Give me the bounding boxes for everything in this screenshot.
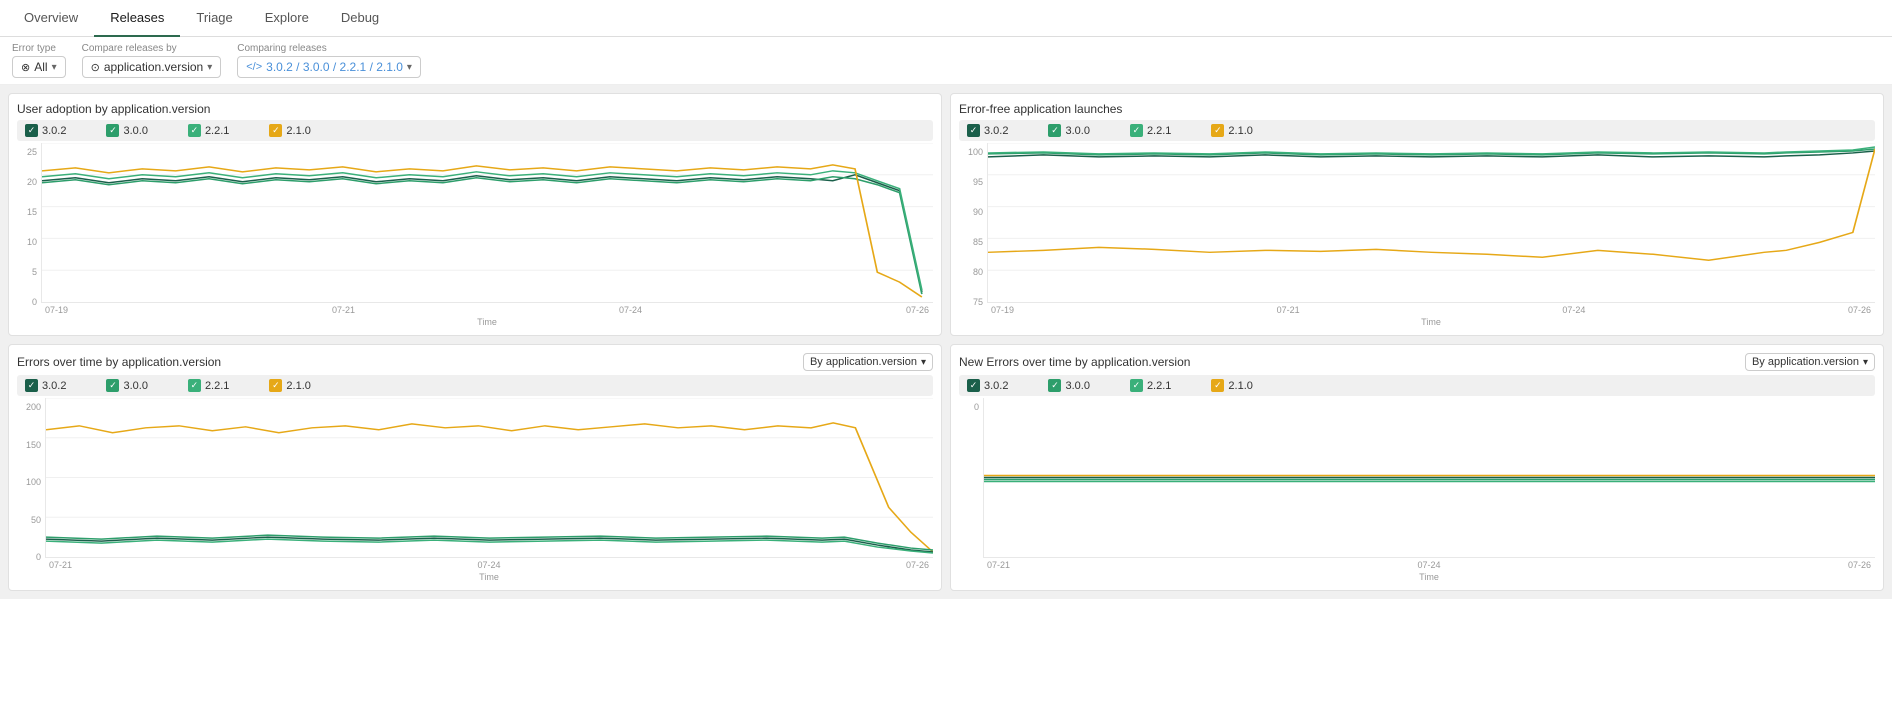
user-adoption-x-axis: 07-19 07-21 07-24 07-26 <box>41 303 933 317</box>
errors-over-time-header: Errors over time by application.version … <box>17 353 933 371</box>
legend-item-221[interactable]: ✓ 2.2.1 <box>188 124 229 137</box>
user-adoption-title: User adoption by application.version <box>17 102 933 116</box>
compare-by-select[interactable]: ⊙ application.version ▾ <box>82 56 222 78</box>
legend-item-210[interactable]: ✓ 2.1.0 <box>269 124 310 137</box>
ne-y-axis: 0 <box>959 398 983 582</box>
eot-legend-210[interactable]: ✓ 2.1.0 <box>269 379 310 392</box>
ef-legend-210[interactable]: ✓ 2.1.0 <box>1211 124 1252 137</box>
new-errors-panel: New Errors over time by application.vers… <box>950 344 1884 591</box>
comparing-icon: </> <box>246 61 262 73</box>
compare-by-icon: ⊙ <box>91 61 100 74</box>
toolbar: Error type ⊗ All ▾ Compare releases by ⊙… <box>0 37 1892 85</box>
compare-by-group: Compare releases by ⊙ application.versio… <box>82 43 222 78</box>
error-type-icon: ⊗ <box>21 61 30 74</box>
comparing-arrow: ▾ <box>407 62 412 73</box>
ne-legend-221[interactable]: ✓ 2.2.1 <box>1130 379 1171 392</box>
user-adoption-y-axis: 25 20 15 10 5 0 <box>17 143 41 327</box>
tab-debug[interactable]: Debug <box>325 0 395 37</box>
new-errors-title: New Errors over time by application.vers… <box>959 355 1190 369</box>
eot-legend-221[interactable]: ✓ 2.2.1 <box>188 379 229 392</box>
ne-x-label: Time <box>983 572 1875 582</box>
error-free-y-axis: 100 95 90 85 80 75 <box>959 143 987 327</box>
errors-over-time-title: Errors over time by application.version <box>17 355 221 369</box>
new-errors-header: New Errors over time by application.vers… <box>959 353 1875 371</box>
eot-x-axis: 07-21 07-24 07-26 <box>45 558 933 572</box>
legend-item-302[interactable]: ✓ 3.0.2 <box>25 124 66 137</box>
error-type-group: Error type ⊗ All ▾ <box>12 43 66 78</box>
ef-legend-300[interactable]: ✓ 3.0.0 <box>1048 124 1089 137</box>
user-adoption-x-label: Time <box>41 317 933 327</box>
tab-releases[interactable]: Releases <box>94 0 180 37</box>
errors-over-time-chart: 200 150 100 50 0 <box>17 398 933 582</box>
error-type-arrow: ▾ <box>52 62 57 73</box>
new-errors-dropdown-arrow: ▾ <box>1863 357 1868 368</box>
eot-legend: ✓ 3.0.2 ✓ 3.0.0 ✓ 2.2.1 ✓ 2.1.0 <box>17 375 933 396</box>
compare-by-arrow: ▾ <box>207 62 212 73</box>
compare-by-label: Compare releases by <box>82 43 222 54</box>
error-free-x-axis: 07-19 07-21 07-24 07-26 <box>987 303 1875 317</box>
error-free-legend: ✓ 3.0.2 ✓ 3.0.0 ✓ 2.2.1 ✓ 2.1.0 <box>959 120 1875 141</box>
comparing-label: Comparing releases <box>237 43 421 54</box>
error-free-title: Error-free application launches <box>959 102 1875 116</box>
eot-legend-300[interactable]: ✓ 3.0.0 <box>106 379 147 392</box>
tab-overview[interactable]: Overview <box>8 0 94 37</box>
eot-y-axis: 200 150 100 50 0 <box>17 398 45 582</box>
user-adoption-panel: User adoption by application.version ✓ 3… <box>8 93 942 336</box>
main-grid: User adoption by application.version ✓ 3… <box>0 85 1892 599</box>
new-errors-dropdown[interactable]: By application.version ▾ <box>1745 353 1875 371</box>
ne-legend-302[interactable]: ✓ 3.0.2 <box>967 379 1008 392</box>
error-free-panel: Error-free application launches ✓ 3.0.2 … <box>950 93 1884 336</box>
eot-legend-302[interactable]: ✓ 3.0.2 <box>25 379 66 392</box>
tab-explore[interactable]: Explore <box>249 0 325 37</box>
error-free-chart: 100 95 90 85 80 75 <box>959 143 1875 327</box>
ne-x-axis: 07-21 07-24 07-26 <box>983 558 1875 572</box>
dropdown-arrow: ▾ <box>921 357 926 368</box>
errors-over-time-dropdown[interactable]: By application.version ▾ <box>803 353 933 371</box>
nav-tabs: Overview Releases Triage Explore Debug <box>0 0 1892 37</box>
new-errors-chart: 0 07-21 07-24 07 <box>959 398 1875 582</box>
ne-legend: ✓ 3.0.2 ✓ 3.0.0 ✓ 2.2.1 ✓ 2.1.0 <box>959 375 1875 396</box>
comparing-select[interactable]: </> 3.0.2 / 3.0.0 / 2.2.1 / 2.1.0 ▾ <box>237 56 421 78</box>
legend-item-300[interactable]: ✓ 3.0.0 <box>106 124 147 137</box>
user-adoption-legend: ✓ 3.0.2 ✓ 3.0.0 ✓ 2.2.1 ✓ 2.1.0 <box>17 120 933 141</box>
user-adoption-chart: 25 20 15 10 5 0 <box>17 143 933 327</box>
error-type-label: Error type <box>12 43 66 54</box>
ne-legend-300[interactable]: ✓ 3.0.0 <box>1048 379 1089 392</box>
errors-over-time-panel: Errors over time by application.version … <box>8 344 942 591</box>
ef-legend-302[interactable]: ✓ 3.0.2 <box>967 124 1008 137</box>
ne-legend-210[interactable]: ✓ 2.1.0 <box>1211 379 1252 392</box>
eot-x-label: Time <box>45 572 933 582</box>
error-type-select[interactable]: ⊗ All ▾ <box>12 56 66 78</box>
comparing-group: Comparing releases </> 3.0.2 / 3.0.0 / 2… <box>237 43 421 78</box>
tab-triage[interactable]: Triage <box>180 0 248 37</box>
error-free-x-label: Time <box>987 317 1875 327</box>
ef-legend-221[interactable]: ✓ 2.2.1 <box>1130 124 1171 137</box>
